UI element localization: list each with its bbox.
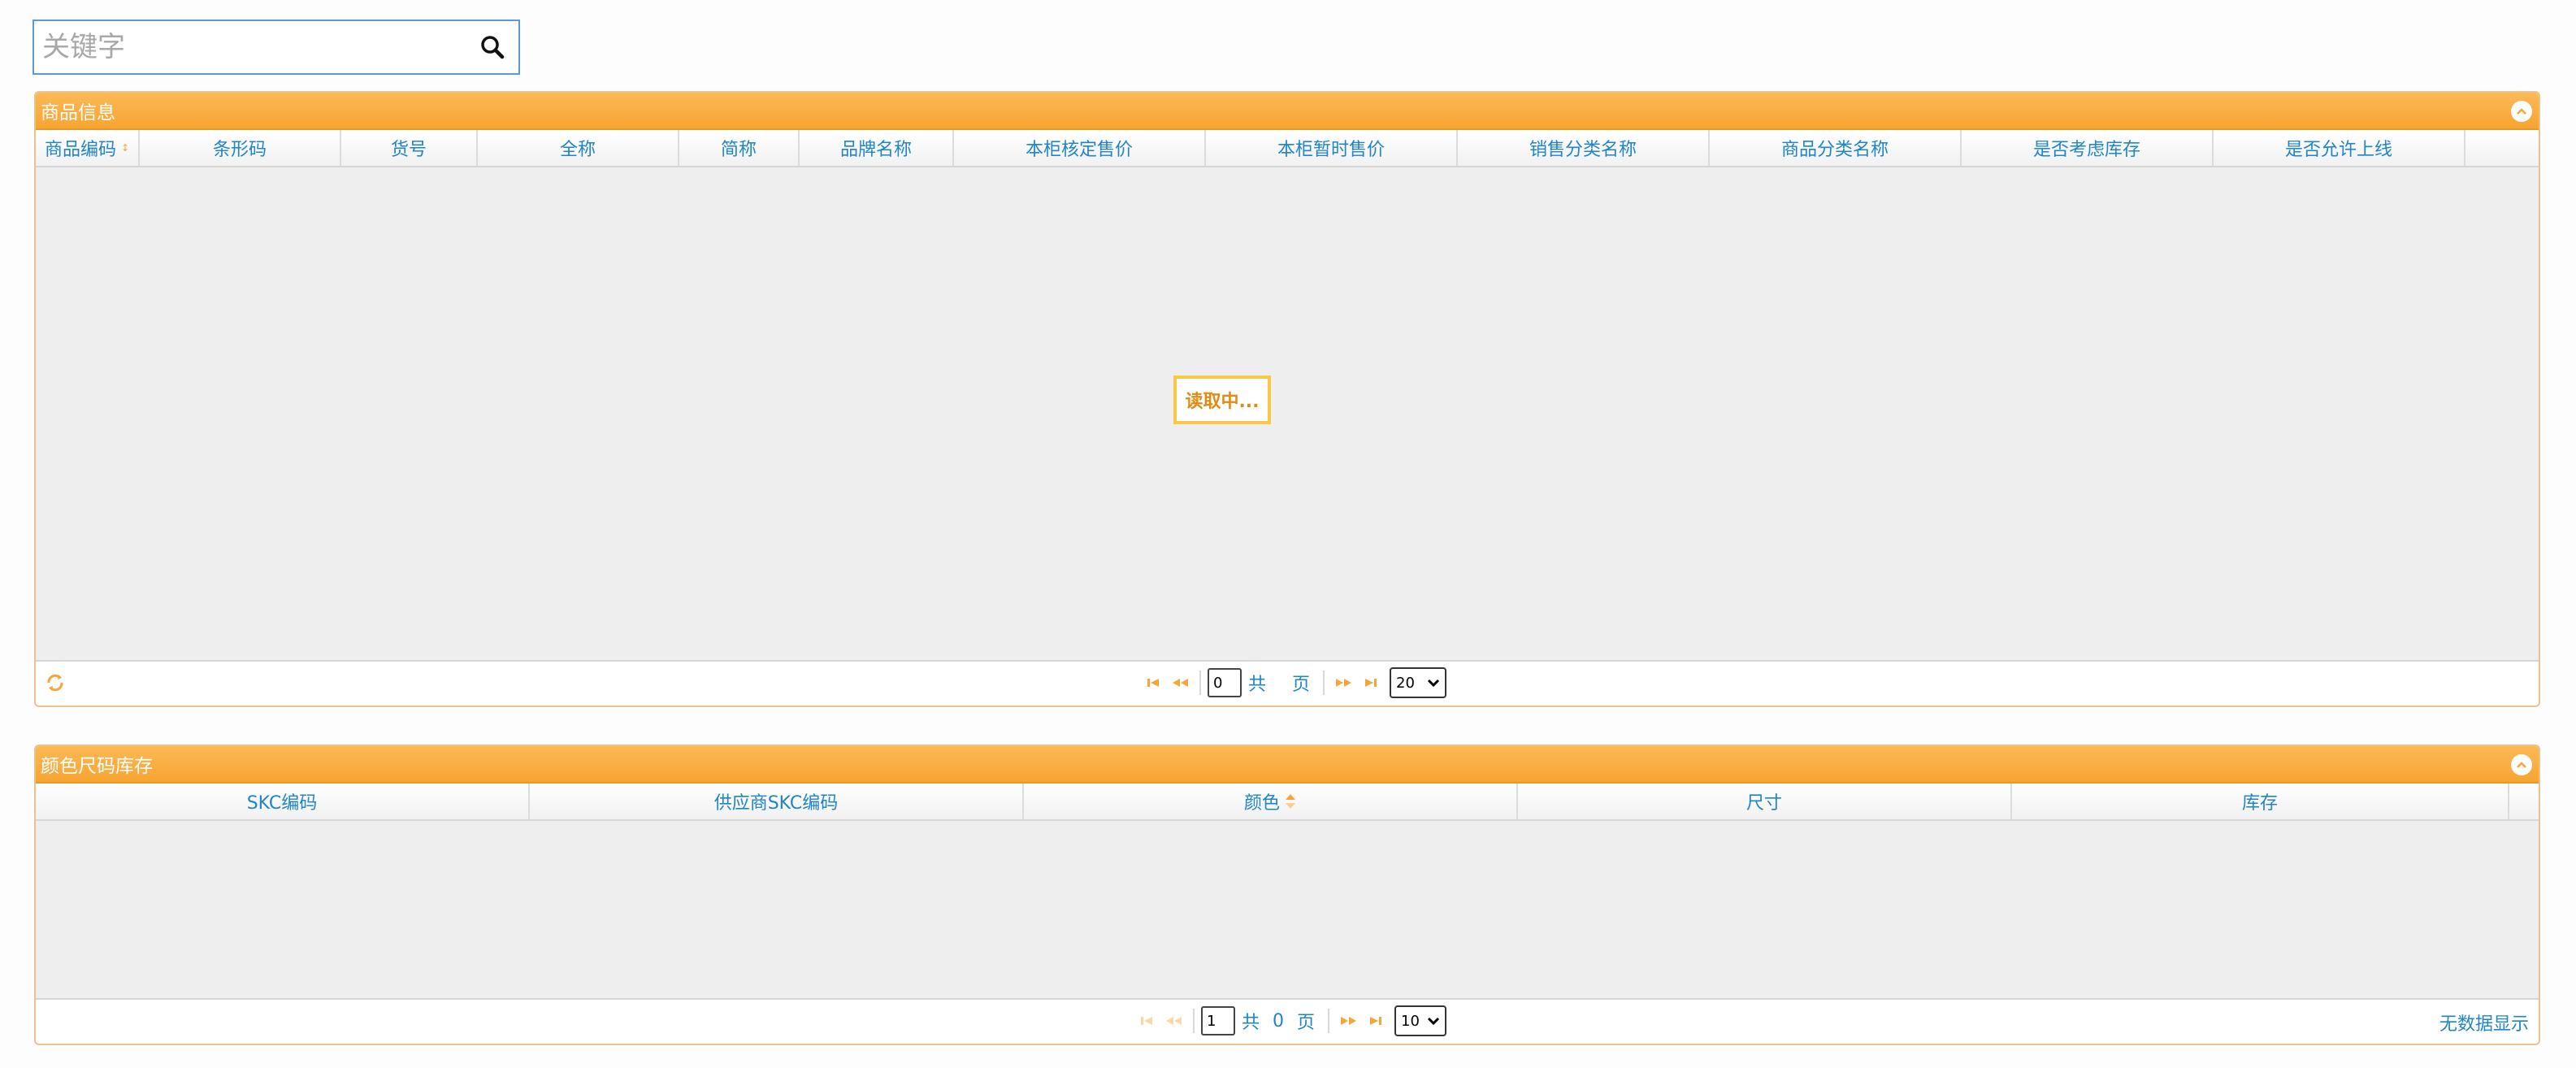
column-header-supplier-skc-code[interactable]: 供应商SKC编码 bbox=[530, 784, 1024, 819]
search-button[interactable] bbox=[466, 21, 518, 73]
column-header-overflow[interactable] bbox=[2465, 130, 2539, 166]
page-total-prefix: 共 bbox=[1248, 675, 1267, 695]
refresh-button[interactable] bbox=[44, 671, 67, 694]
grid-body: 读取中... bbox=[36, 167, 2539, 662]
chevron-up-icon bbox=[2517, 762, 2526, 768]
panel-header: 商品信息 bbox=[36, 93, 2539, 130]
chevron-down-icon bbox=[1427, 1017, 1440, 1026]
first-page-icon bbox=[1147, 679, 1159, 687]
column-label: SKC编码 bbox=[246, 793, 318, 814]
column-label: 是否考虑库存 bbox=[2032, 140, 2140, 160]
column-label: 销售分类名称 bbox=[1529, 140, 1637, 160]
page-total-prefix: 共 bbox=[1242, 1013, 1260, 1033]
next-page-icon bbox=[1336, 679, 1352, 687]
column-header-brand-name[interactable]: 品牌名称 bbox=[800, 130, 954, 166]
no-data-message: 无数据显示 bbox=[2439, 1014, 2529, 1035]
column-label: 颜色 bbox=[1243, 793, 1280, 814]
pager-separator bbox=[1199, 671, 1201, 695]
page-number-input[interactable] bbox=[1201, 1006, 1235, 1035]
pager-controls: 共 页 20 bbox=[1141, 666, 1447, 699]
column-label: 库存 bbox=[2241, 793, 2278, 814]
prev-page-button[interactable] bbox=[1167, 670, 1193, 696]
column-header-overflow bbox=[2509, 784, 2539, 819]
page-number-input[interactable] bbox=[1208, 668, 1242, 697]
column-header-row: SKC编码 供应商SKC编码 颜色 尺寸 库存 bbox=[36, 784, 2539, 821]
first-page-button[interactable] bbox=[1141, 670, 1167, 696]
column-label: 品牌名称 bbox=[839, 140, 912, 160]
page-size-select[interactable]: 20 bbox=[1390, 667, 1447, 698]
search-box bbox=[33, 20, 520, 75]
last-page-button[interactable] bbox=[1357, 670, 1383, 696]
next-page-icon bbox=[1341, 1017, 1357, 1025]
column-header-product-code[interactable]: 商品编码 ↕ bbox=[36, 130, 140, 166]
column-header-item-number[interactable]: 货号 bbox=[341, 130, 478, 166]
column-header-color[interactable]: 颜色 bbox=[1024, 784, 1518, 819]
column-label: 条形码 bbox=[212, 140, 267, 160]
sort-arrow-icon: ↕ bbox=[120, 142, 130, 154]
loading-indicator: 读取中... bbox=[1173, 376, 1271, 424]
column-label: 供应商SKC编码 bbox=[713, 793, 839, 814]
column-label: 尺寸 bbox=[1746, 793, 1782, 814]
column-header-full-name[interactable]: 全称 bbox=[478, 130, 679, 166]
pager-controls: 共 0 页 10 bbox=[1134, 1005, 1447, 1037]
pager: 共 0 页 10 无数据显示 bbox=[36, 1000, 2539, 1042]
column-header-size[interactable]: 尺寸 bbox=[1518, 784, 2012, 819]
pager-separator bbox=[1323, 671, 1325, 695]
prev-page-button[interactable] bbox=[1160, 1008, 1186, 1034]
column-label: 本柜核定售价 bbox=[1025, 140, 1133, 160]
product-info-panel: 商品信息 商品编码 ↕ 条形码 货号 全称 简称 品牌名称 本柜核定售价 本柜暂… bbox=[34, 91, 2540, 707]
page-size-select[interactable]: 10 bbox=[1394, 1005, 1447, 1036]
sort-arrow-icon bbox=[1285, 792, 1296, 810]
refresh-icon bbox=[47, 674, 63, 692]
column-header-sales-category[interactable]: 销售分类名称 bbox=[1458, 130, 1710, 166]
page-total-suffix: 页 bbox=[1297, 1013, 1316, 1033]
column-header-temp-price[interactable]: 本柜暂时售价 bbox=[1206, 130, 1458, 166]
last-page-icon bbox=[1365, 679, 1377, 687]
prev-page-icon bbox=[1173, 679, 1188, 687]
last-page-icon bbox=[1370, 1017, 1382, 1025]
first-page-button[interactable] bbox=[1134, 1008, 1160, 1034]
panel-title: 商品信息 bbox=[41, 102, 115, 124]
column-header-row: 商品编码 ↕ 条形码 货号 全称 简称 品牌名称 本柜核定售价 本柜暂时售价 销… bbox=[36, 130, 2539, 167]
color-size-stock-panel: 颜色尺码库存 SKC编码 供应商SKC编码 颜色 尺寸 库存 共 bbox=[34, 745, 2540, 1045]
column-header-barcode[interactable]: 条形码 bbox=[140, 130, 341, 166]
column-header-stock[interactable]: 库存 bbox=[2012, 784, 2509, 819]
column-label: 货号 bbox=[390, 140, 427, 160]
chevron-down-icon bbox=[1427, 679, 1440, 688]
chevron-up-icon bbox=[2517, 108, 2526, 115]
collapse-button[interactable] bbox=[2511, 754, 2532, 775]
column-header-product-category[interactable]: 商品分类名称 bbox=[1710, 130, 1962, 166]
panel-header: 颜色尺码库存 bbox=[36, 746, 2539, 784]
column-label: 商品分类名称 bbox=[1780, 140, 1889, 160]
column-label: 全称 bbox=[559, 140, 596, 160]
pager-separator bbox=[1193, 1009, 1195, 1033]
next-page-button[interactable] bbox=[1331, 670, 1357, 696]
column-header-short-name[interactable]: 简称 bbox=[679, 130, 800, 166]
grid-body bbox=[36, 821, 2539, 1000]
column-header-consider-stock[interactable]: 是否考虑库存 bbox=[1962, 130, 2214, 166]
search-input[interactable] bbox=[34, 21, 466, 73]
next-page-button[interactable] bbox=[1336, 1008, 1362, 1034]
search-icon bbox=[481, 36, 505, 59]
collapse-button[interactable] bbox=[2511, 101, 2532, 122]
panel-title: 颜色尺码库存 bbox=[41, 756, 153, 777]
prev-page-icon bbox=[1166, 1017, 1182, 1025]
column-header-approved-price[interactable]: 本柜核定售价 bbox=[954, 130, 1206, 166]
column-label: 商品编码 bbox=[44, 140, 116, 160]
first-page-icon bbox=[1141, 1017, 1152, 1025]
column-label: 本柜暂时售价 bbox=[1277, 140, 1385, 160]
page-total-value: 0 bbox=[1273, 1010, 1285, 1031]
page-size-value: 10 bbox=[1401, 1012, 1420, 1030]
column-label: 是否允许上线 bbox=[2284, 140, 2392, 160]
page-size-value: 20 bbox=[1396, 674, 1415, 692]
column-header-allow-online[interactable]: 是否允许上线 bbox=[2214, 130, 2465, 166]
pager-separator bbox=[1328, 1009, 1330, 1033]
page-total-suffix: 页 bbox=[1292, 675, 1311, 695]
last-page-button[interactable] bbox=[1362, 1008, 1388, 1034]
column-header-skc-code[interactable]: SKC编码 bbox=[36, 784, 530, 819]
column-label: 简称 bbox=[720, 140, 757, 160]
pager: 共 页 20 bbox=[36, 662, 2539, 704]
